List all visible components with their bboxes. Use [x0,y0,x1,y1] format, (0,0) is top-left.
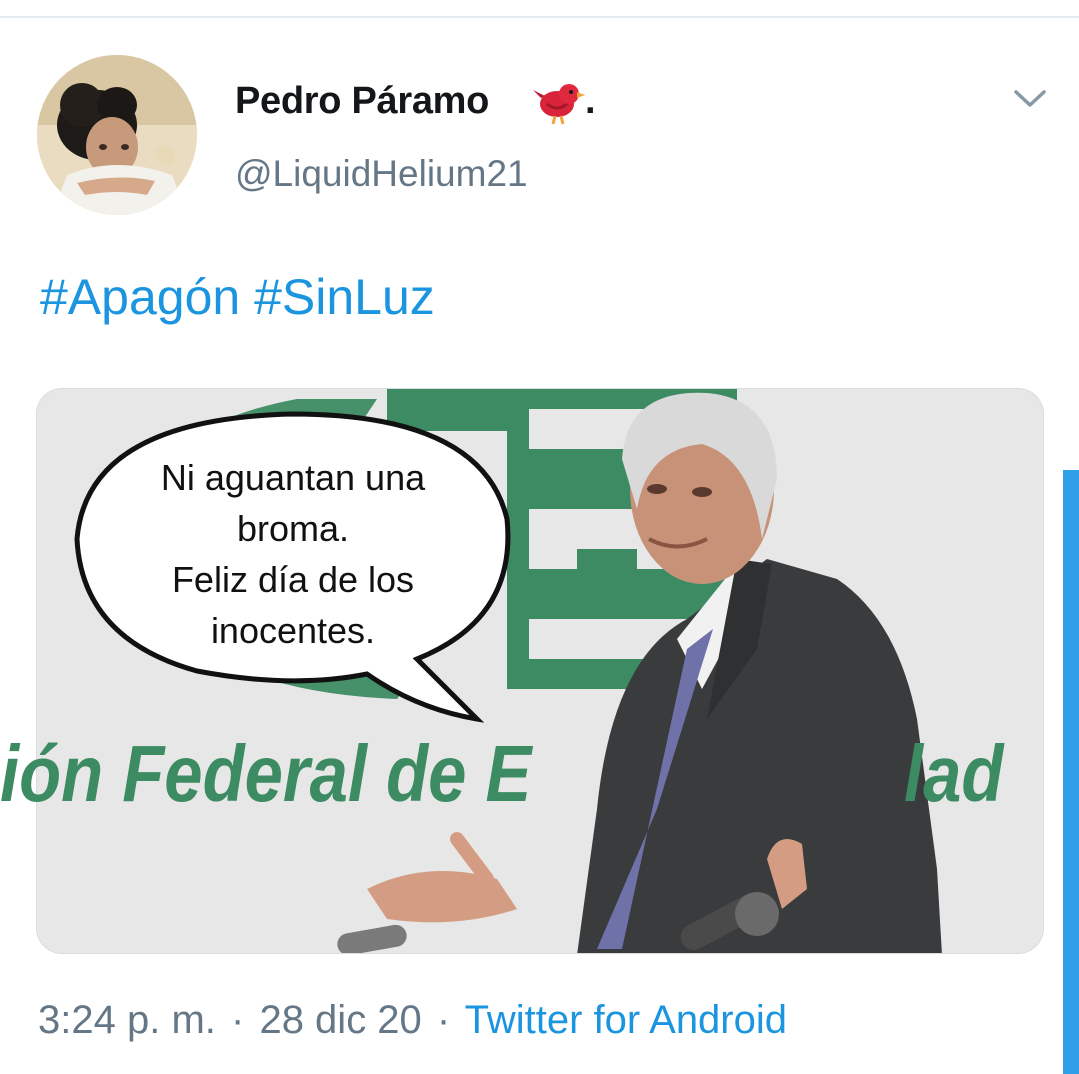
meta-separator: · [436,998,451,1042]
scrollbar[interactable] [1063,470,1079,1074]
tweet-source-link[interactable]: Twitter for Android [465,998,787,1042]
name-suffix: . [585,80,596,122]
speech-line: Ni aguantan una [160,457,426,498]
banner-text: ión Federal de E [0,729,532,818]
chevron-down-icon[interactable] [1008,80,1052,116]
tweet-date[interactable]: 28 dic 20 [259,998,421,1042]
avatar-image [37,55,197,215]
speech-line: inocentes. [210,610,376,651]
speech-bubble-text: Ni aguantan una broma. Feliz día de los … [108,452,478,656]
tweet-meta: 3:24 p. m. · 28 dic 20 · Twitter for And… [38,998,787,1043]
user-handle[interactable]: @LiquidHelium21 [235,153,528,195]
hashtag-link[interactable]: #Apagón [40,269,240,325]
banner-text: lad [904,729,1004,818]
divider [0,16,1079,18]
tweet-detail: Pedro Páramo . @LiquidHelium21 #Apagón #… [0,0,1079,1074]
speech-line: Feliz día de los [171,559,415,600]
meta-separator: · [231,998,245,1042]
speech-line: broma. [236,508,350,549]
red-bird-emoji-icon [533,84,585,125]
display-name[interactable]: Pedro Páramo [235,80,489,123]
tweet-time[interactable]: 3:24 p. m. [38,998,216,1042]
tweet-text: #Apagón #SinLuz [40,268,435,326]
hashtag-link[interactable]: #SinLuz [254,269,435,325]
avatar[interactable] [37,55,197,215]
